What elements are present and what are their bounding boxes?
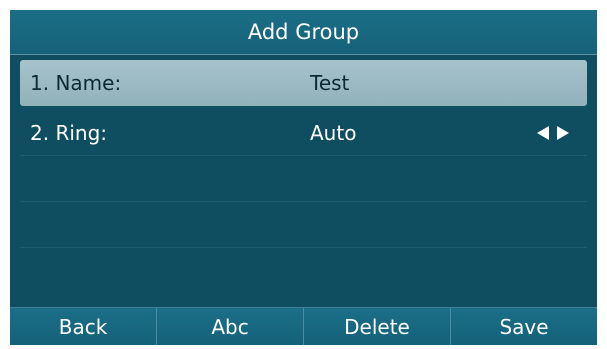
softkey-bar: Back Abc Delete Save (10, 307, 597, 345)
ring-field-value[interactable]: Auto (310, 110, 356, 156)
phone-frame: Add Group 1. Name: Test 2. Ring: Auto Ba… (0, 0, 607, 349)
caret-left-icon[interactable] (537, 126, 549, 140)
caret-right-icon[interactable] (557, 126, 569, 140)
phone-screen: Add Group 1. Name: Test 2. Ring: Auto Ba… (10, 10, 597, 345)
back-softkey[interactable]: Back (10, 308, 157, 345)
ring-field-arrows[interactable] (537, 110, 569, 156)
abc-softkey[interactable]: Abc (157, 308, 304, 345)
name-field-label: 1. Name: (30, 71, 122, 95)
screen-title: Add Group (10, 10, 597, 55)
field-list: 1. Name: Test 2. Ring: Auto (10, 56, 597, 248)
delete-softkey[interactable]: Delete (304, 308, 451, 345)
name-field-value[interactable]: Test (310, 60, 349, 106)
empty-row (20, 156, 587, 202)
ring-field-label: 2. Ring: (30, 121, 108, 145)
empty-row (20, 202, 587, 248)
save-softkey[interactable]: Save (451, 308, 597, 345)
ring-field-row[interactable]: 2. Ring: Auto (20, 110, 587, 156)
name-field-row[interactable]: 1. Name: Test (20, 60, 587, 106)
